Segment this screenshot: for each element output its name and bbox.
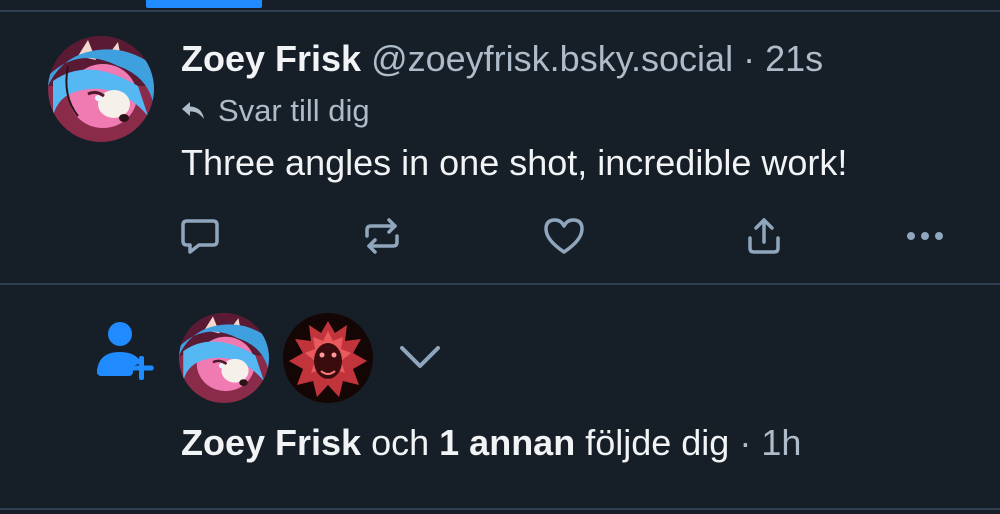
notification-text: Zoey Frisk och 1 annan följde dig · 1h	[181, 418, 801, 468]
notification-others[interactable]: 1 annan	[439, 422, 575, 463]
notifications-page: Zoey Frisk @zoeyfrisk.bsky.social · 21s …	[0, 0, 1000, 514]
active-tab-indicator	[146, 0, 262, 8]
post-timestamp[interactable]: 21s	[765, 38, 823, 79]
reply-icon	[181, 219, 219, 254]
author-name[interactable]: Zoey Frisk	[181, 38, 361, 79]
red-lion-avatar-icon	[283, 313, 373, 403]
like-button[interactable]	[540, 214, 588, 258]
notification-action: följde dig	[585, 422, 730, 463]
top-divider	[0, 10, 1000, 12]
share-button[interactable]	[740, 214, 788, 258]
reply-arrow-icon	[182, 102, 204, 119]
reply-context[interactable]: Svar till dig	[180, 91, 370, 131]
notification-actor[interactable]: Zoey Frisk	[181, 422, 361, 463]
heart-icon	[544, 218, 584, 254]
reply-button[interactable]	[176, 214, 224, 258]
fox-character-avatar-icon	[179, 313, 269, 403]
notification-timestamp: 1h	[761, 422, 802, 463]
repost-button[interactable]	[358, 214, 406, 258]
reply-label: Svar till dig	[218, 93, 370, 128]
post-text: Three angles in one shot, incredible wor…	[181, 142, 848, 183]
chevron-down-icon[interactable]	[397, 342, 443, 372]
bottom-divider	[0, 508, 1000, 510]
post-author-avatar[interactable]	[48, 36, 154, 142]
repost-icon	[365, 218, 399, 254]
separator-dot: ·	[739, 422, 752, 463]
more-options-button[interactable]	[902, 214, 948, 258]
author-handle[interactable]: @zoeyfrisk.bsky.social	[371, 38, 733, 79]
more-icon	[907, 232, 943, 240]
follower-avatar-2[interactable]	[283, 313, 373, 403]
notification-conjunction: och	[371, 422, 430, 463]
separator-dot: ·	[743, 38, 756, 79]
fox-character-avatar-icon	[48, 36, 154, 142]
person-add-icon	[97, 322, 154, 380]
share-icon	[748, 218, 780, 254]
post-header: Zoey Frisk @zoeyfrisk.bsky.social · 21s	[181, 34, 823, 84]
follower-avatar-1[interactable]	[179, 313, 269, 403]
post-divider	[0, 283, 1000, 285]
